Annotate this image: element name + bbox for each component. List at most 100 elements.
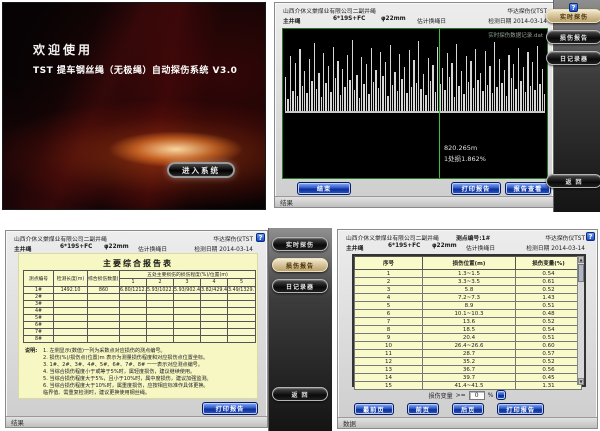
filter-value-input[interactable]: 0 bbox=[469, 391, 485, 400]
table-cell: 39.7 bbox=[423, 374, 516, 382]
damage-table: 序号 损伤位置(m) 损伤变量(%) 11.3~1.50.5423.3~3.50… bbox=[354, 256, 582, 390]
welcome-text: 欢迎使用 bbox=[33, 41, 93, 58]
table-cell: 6.80/1212.30 bbox=[120, 287, 147, 294]
damage-table-body: 11.3~1.50.5423.3~3.50.6135.80.5247.2~7.3… bbox=[355, 270, 582, 390]
table-row: 7# bbox=[24, 329, 256, 336]
table-row[interactable]: 1336.70.56 bbox=[355, 366, 582, 374]
menu-item-1[interactable]: 损伤报告 bbox=[272, 258, 328, 272]
waveform-bar bbox=[406, 93, 407, 111]
table-row[interactable]: 920.40.51 bbox=[355, 334, 582, 342]
table-row[interactable]: 1128.70.57 bbox=[355, 350, 582, 358]
scroll-up-icon[interactable]: ▲ bbox=[578, 256, 584, 263]
rope-diameter: φ22mm bbox=[432, 243, 457, 249]
table-row[interactable]: 35.80.52 bbox=[355, 286, 582, 294]
table-cell bbox=[174, 329, 201, 336]
waveform-bar bbox=[530, 86, 531, 111]
table-row[interactable]: 1439.70.45 bbox=[355, 374, 582, 382]
table-cell bbox=[120, 294, 147, 301]
table-cell: 8# bbox=[24, 336, 54, 343]
waveform-bar bbox=[375, 70, 376, 111]
table-row[interactable]: 1026.4~26.60.60 bbox=[355, 342, 582, 350]
menu-item-0[interactable]: 实时探伤 bbox=[272, 237, 328, 251]
waveform-bar bbox=[354, 90, 355, 111]
scroll-down-icon[interactable]: ▼ bbox=[578, 378, 584, 385]
waveform-bar bbox=[295, 63, 296, 111]
note-line: 6. 当综合损伤程度大于10%时，属重度损伤，应按相应标准作具体更换。 bbox=[43, 383, 253, 390]
table-cell: 5.93/902.42 bbox=[174, 287, 201, 294]
table-cell: 1.43 bbox=[516, 294, 582, 302]
waveform-bar bbox=[501, 83, 502, 111]
nav-button-0[interactable]: 最前页 bbox=[354, 403, 394, 415]
print-report-button[interactable]: 打印报告 bbox=[202, 402, 258, 415]
waveform-bar bbox=[544, 94, 545, 111]
table-cell: 7# bbox=[24, 329, 54, 336]
table-row: 6# bbox=[24, 322, 256, 329]
waveform-bar bbox=[366, 64, 367, 111]
table-cell: 860 bbox=[88, 287, 120, 294]
table-cell bbox=[228, 336, 256, 343]
splash-screen: 欢迎使用 TST 提车钢丝绳（无极绳）自动探伤系统 V3.0 进入系统 bbox=[2, 2, 266, 210]
note-line: 2. 损伤(%)/损伤点(位置)m 表示为测量损伤程度和对应损伤点位置坐标。 bbox=[43, 355, 253, 362]
table-cell: 26.4~26.6 bbox=[423, 342, 516, 350]
print-report-button[interactable]: 打印报告 bbox=[451, 182, 501, 195]
table-cell: 8.9 bbox=[423, 302, 516, 310]
table-row[interactable]: 23.3~3.50.61 bbox=[355, 278, 582, 286]
waveform-bar bbox=[292, 91, 293, 111]
cursor-line[interactable] bbox=[439, 29, 440, 178]
menu-item-1[interactable]: 损伤报告 bbox=[546, 30, 600, 44]
table-row[interactable]: 11.3~1.50.54 bbox=[355, 270, 582, 278]
scroll-thumb[interactable] bbox=[578, 264, 584, 282]
table-cell: 0.48 bbox=[516, 310, 582, 318]
table-cell bbox=[174, 308, 201, 315]
nav-button-2[interactable]: 后页 bbox=[452, 403, 484, 415]
menu-item-2[interactable]: 日记录器 bbox=[272, 279, 328, 293]
waveform-bar bbox=[349, 80, 350, 111]
nav-button-1[interactable]: 前页 bbox=[407, 403, 439, 415]
table-cell: 9 bbox=[355, 334, 423, 342]
back-button[interactable]: 返 回 bbox=[272, 387, 328, 401]
table-cell: 3.3~3.5 bbox=[423, 278, 516, 286]
waveform-bar bbox=[285, 77, 286, 111]
help-icon[interactable]: ? bbox=[569, 3, 578, 12]
table-row[interactable]: 58.90.51 bbox=[355, 302, 582, 310]
filter-apply-button[interactable] bbox=[496, 390, 506, 400]
waveform-bar bbox=[523, 67, 524, 111]
help-icon[interactable]: ? bbox=[586, 232, 595, 241]
view-report-button[interactable]: 报告查看 bbox=[505, 182, 551, 195]
menu-item-2[interactable]: 日记录器 bbox=[546, 51, 600, 65]
waveform-bar bbox=[325, 83, 326, 111]
waveform-bar bbox=[378, 88, 379, 111]
waveform-bar bbox=[352, 40, 353, 111]
waveform-bar bbox=[409, 50, 410, 111]
table-cell: 1.3~1.5 bbox=[423, 270, 516, 278]
waveform-bar bbox=[371, 48, 372, 111]
back-button[interactable]: 返 回 bbox=[546, 174, 600, 188]
point-label: 测点编号:1# bbox=[456, 233, 490, 242]
waveform-bar bbox=[359, 98, 360, 111]
rope-name: 主井绳 bbox=[346, 243, 363, 252]
table-cell bbox=[174, 322, 201, 329]
table-cell: 6 bbox=[355, 310, 423, 318]
table-row[interactable]: 1541.4~41.51.31 bbox=[355, 382, 582, 390]
table-cell bbox=[228, 322, 256, 329]
table-cell bbox=[54, 294, 88, 301]
waveform-bar bbox=[321, 97, 322, 111]
table-cell bbox=[228, 329, 256, 336]
waveform-bar bbox=[485, 51, 486, 111]
help-icon[interactable]: ? bbox=[256, 233, 265, 242]
table-row[interactable]: 1235.20.52 bbox=[355, 358, 582, 366]
enter-system-button[interactable]: 进入系统 bbox=[167, 162, 235, 178]
stop-button[interactable]: 结束 bbox=[297, 182, 351, 195]
table-row[interactable]: 47.2~7.31.43 bbox=[355, 294, 582, 302]
filter-operator: >= bbox=[456, 392, 466, 399]
table-row[interactable]: 818.50.54 bbox=[355, 326, 582, 334]
nav-button-3[interactable]: 打印报告 bbox=[497, 403, 544, 415]
report-notes: 说明: 1. 左侧显示(数值)一列为采数点对应损伤的测点编号。2. 损伤(%)/… bbox=[25, 348, 253, 397]
table-cell bbox=[54, 301, 88, 308]
table-cell: 28.7 bbox=[423, 350, 516, 358]
table-row[interactable]: 713.60.52 bbox=[355, 318, 582, 326]
damage-list-window: ? 山西介休义棠煤业有限公司二副井绳 测点编号:1# 华达探伤仪TST 主井绳 … bbox=[337, 229, 598, 429]
scrollbar[interactable]: ▲ ▼ bbox=[577, 256, 584, 385]
table-row[interactable]: 610.1~10.30.48 bbox=[355, 310, 582, 318]
waveform-bar bbox=[420, 89, 421, 111]
